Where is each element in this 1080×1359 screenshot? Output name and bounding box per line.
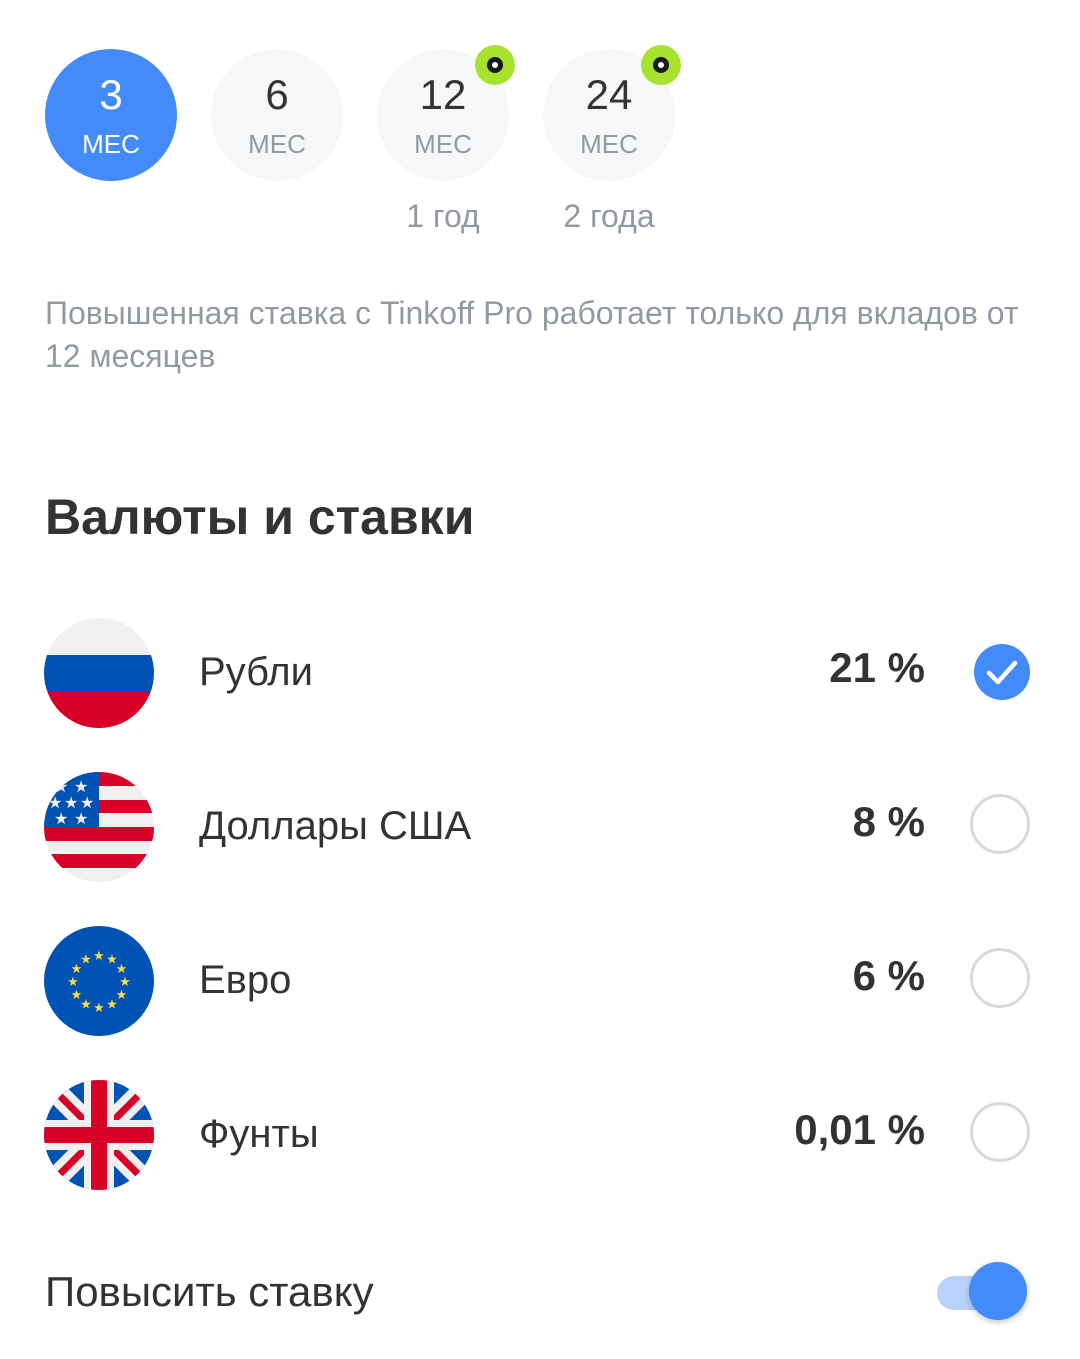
eu-star: ★: [67, 975, 79, 990]
currency-radio[interactable]: [970, 794, 1030, 854]
uk-flag-icon: [44, 1080, 154, 1190]
svg-text:★: ★: [54, 809, 68, 828]
pro-badge-icon: [641, 45, 681, 85]
toggle-knob: [969, 1262, 1027, 1320]
currency-radio[interactable]: [970, 948, 1030, 1008]
currency-radio[interactable]: [970, 1102, 1030, 1162]
currency-row-rub[interactable]: Рубли 21 %: [0, 612, 1080, 732]
boost-rate-label: Повысить ставку: [45, 1268, 374, 1315]
term-unit: МЕС: [248, 129, 306, 159]
currency-row-usd[interactable]: ★ ★ ★ ★ ★ ★ ★ Доллары США 8 %: [0, 766, 1080, 886]
currency-row-eur[interactable]: ★ ★ ★ ★ ★ ★ ★ ★ ★ ★ ★ ★ Евро 6 %: [0, 920, 1080, 1040]
currency-rate: 0,01 %: [794, 1106, 925, 1153]
currency-rate: 6 %: [852, 952, 925, 999]
term-selector: 3 МЕС 6 МЕС 12 МЕС 24 МЕС 1 год 2 года: [0, 0, 1080, 260]
term-12-months[interactable]: 12 МЕС: [377, 45, 515, 181]
term-24-months[interactable]: 24 МЕС: [543, 45, 681, 181]
currency-row-gbp[interactable]: Фунты 0,01 %: [0, 1074, 1080, 1194]
currency-name: Рубли: [199, 650, 313, 694]
pro-rate-note: Повышенная ставка с Tinkoff Pro работает…: [45, 295, 1019, 374]
term-24-subtitle: 2 года: [563, 198, 655, 234]
term-3-months[interactable]: 3 МЕС: [45, 49, 177, 181]
russia-flag-icon: [44, 618, 154, 728]
pro-badge-icon: [475, 45, 515, 85]
term-12-subtitle: 1 год: [406, 198, 480, 234]
eu-star: ★: [71, 988, 83, 1003]
term-number: 3: [99, 71, 123, 118]
currency-rate: 21 %: [829, 644, 925, 691]
term-unit: МЕС: [82, 129, 140, 159]
currency-rate: 8 %: [852, 798, 925, 845]
check-icon: [986, 660, 1018, 685]
currency-radio-checked[interactable]: [974, 644, 1030, 700]
currency-name: Евро: [199, 958, 292, 1002]
term-number: 6: [265, 71, 289, 118]
eu-flag-icon: ★ ★ ★ ★ ★ ★ ★ ★ ★ ★ ★ ★: [44, 926, 154, 1036]
currency-name: Фунты: [199, 1112, 319, 1156]
term-6-months[interactable]: 6 МЕС: [211, 49, 343, 181]
usa-flag-icon: ★ ★ ★ ★ ★ ★ ★: [44, 772, 154, 882]
eu-star: ★: [93, 949, 105, 964]
eu-star: ★: [106, 998, 118, 1013]
boost-rate-toggle[interactable]: [937, 1262, 1029, 1324]
term-unit: МЕС: [414, 129, 472, 159]
svg-text:★: ★: [74, 809, 88, 828]
eu-star: ★: [80, 953, 92, 968]
term-unit: МЕС: [580, 129, 638, 159]
currency-name: Доллары США: [199, 804, 472, 848]
section-title: Валюты и ставки: [45, 489, 475, 545]
eu-star: ★: [93, 1001, 105, 1016]
